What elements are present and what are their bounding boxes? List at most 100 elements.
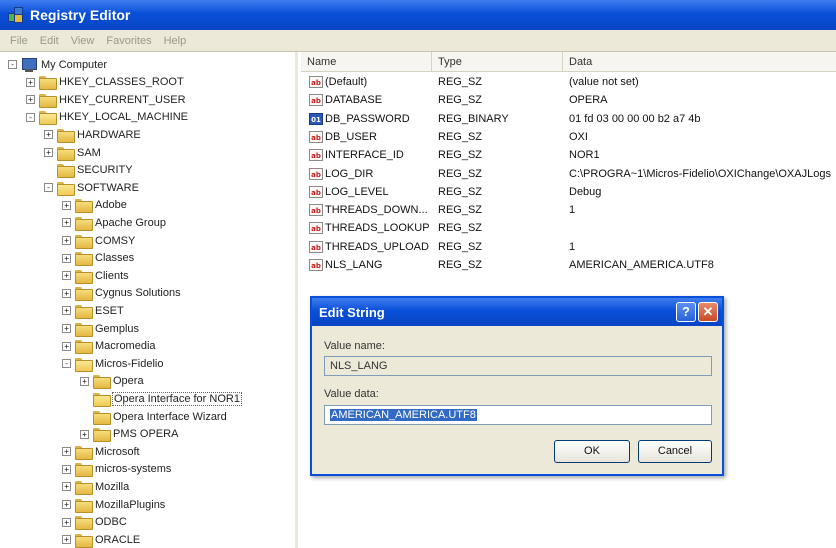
menu-file[interactable]: File [4, 35, 34, 47]
edit-string-dialog: Edit String ? ✕ Value name: NLS_LANG Val… [310, 296, 724, 476]
expand-icon[interactable]: + [62, 236, 71, 245]
expand-icon[interactable]: + [62, 447, 71, 457]
expand-icon[interactable]: + [62, 341, 71, 351]
list-row[interactable]: ab DATABASE REG_SZ OPERA [301, 91, 836, 109]
tree-node[interactable]: + ODBC [62, 514, 127, 531]
registry-tree[interactable]: - My Computer + HKEY_CLASSES_ROOT + HKEY_CURR… [0, 52, 298, 548]
expand-icon[interactable]: + [44, 130, 53, 140]
string-value-icon: ab [309, 240, 323, 253]
cancel-button[interactable]: Cancel [638, 440, 712, 463]
list-row[interactable]: ab NLS_LANG REG_SZ AMERICAN_AMERICA.UTF8 [301, 256, 836, 274]
value-data-input[interactable]: AMERICAN_AMERICA.UTF8 [324, 405, 712, 425]
help-button[interactable]: ? [676, 302, 696, 322]
cell-type: REG_SZ [438, 259, 483, 271]
tree-node-label: Opera Interface Wizard [113, 410, 227, 423]
tree-node[interactable]: + Clients [62, 267, 129, 284]
ok-button[interactable]: OK [554, 440, 630, 463]
expand-icon[interactable]: + [44, 148, 53, 157]
menu-favorites[interactable]: Favorites [100, 35, 157, 47]
expand-icon[interactable]: + [80, 429, 89, 439]
tree-node[interactable]: + HARDWARE [44, 126, 141, 143]
tree-node[interactable]: - SOFTWARE [44, 179, 139, 196]
collapse-icon[interactable]: - [8, 60, 17, 69]
expand-icon[interactable]: + [62, 500, 71, 509]
expand-icon[interactable]: + [62, 200, 71, 210]
expand-icon[interactable]: + [62, 306, 71, 316]
tree-node[interactable]: + MozillaPlugins [62, 496, 165, 513]
cell-name: ab LOG_LEVEL [301, 185, 432, 198]
list-row[interactable]: ab (Default) REG_SZ (value not set) [301, 73, 836, 91]
tree-node-label: Apache Group [95, 216, 166, 229]
expand-icon[interactable]: + [62, 517, 71, 527]
cell-name: ab INTERFACE_ID [301, 149, 432, 162]
tree-node[interactable]: + HKEY_CLASSES_ROOT [26, 74, 184, 91]
tree-node[interactable]: + SAM [44, 144, 101, 161]
value-name-text: INTERFACE_ID [325, 149, 404, 162]
folder-open-icon [57, 181, 75, 196]
expand-icon[interactable]: + [62, 482, 71, 492]
list-row[interactable]: 01 DB_PASSWORD REG_BINARY 01 fd 03 00 00 00… [301, 110, 836, 128]
tree-node[interactable]: + Opera [80, 373, 144, 390]
column-name-header[interactable]: Name [301, 52, 432, 72]
tree-node[interactable]: + ORACLE [62, 531, 140, 548]
window-title: Registry Editor [30, 7, 131, 23]
close-button[interactable]: ✕ [698, 302, 718, 322]
tree-node[interactable]: + Adobe [62, 197, 127, 214]
column-type-header[interactable]: Type [432, 52, 563, 72]
tree-node[interactable]: + micros-systems [62, 461, 171, 478]
list-row[interactable]: ab THREADS_LOOKUP REG_SZ [301, 219, 836, 237]
tree-node[interactable]: + ESET [62, 302, 124, 319]
menu-view[interactable]: View [65, 35, 101, 47]
tree-node[interactable]: + Classes [62, 250, 134, 267]
expand-icon[interactable]: + [80, 376, 89, 386]
tree-node[interactable]: + Apache Group [62, 214, 166, 231]
tree-node[interactable]: + Gemplus [62, 320, 139, 337]
expand-icon[interactable]: + [26, 77, 35, 87]
tree-node[interactable]: - HKEY_LOCAL_MACHINE [26, 109, 188, 126]
expand-icon[interactable]: + [62, 271, 71, 281]
tree-node[interactable]: SECURITY [44, 162, 133, 179]
value-data-selection: AMERICAN_AMERICA.UTF8 [330, 409, 477, 421]
list-row[interactable]: ab DB_USER REG_SZ OXI [301, 128, 836, 146]
tree-node-label: ODBC [95, 516, 127, 529]
tree-node[interactable]: Opera Interface Wizard [80, 408, 227, 425]
expand-icon[interactable]: + [62, 253, 71, 263]
tree-node[interactable]: + Macromedia [62, 338, 156, 355]
menu-help[interactable]: Help [158, 35, 193, 47]
cell-data: C:\PROGRA~1\Micros-Fidelio\OXIChange\OXA… [569, 167, 831, 180]
expand-icon[interactable]: + [62, 464, 71, 474]
window-titlebar[interactable]: Registry Editor [0, 0, 836, 30]
list-row[interactable]: ab LOG_DIR REG_SZ C:\PROGRA~1\Micros-Fideli… [301, 165, 836, 183]
menu-edit[interactable]: Edit [34, 35, 65, 47]
tree-node-label: HKEY_CURRENT_USER [59, 93, 186, 106]
registry-editor-icon [8, 7, 24, 23]
list-row[interactable]: ab THREADS_DOWN... REG_SZ 1 [301, 201, 836, 219]
collapse-icon[interactable]: - [44, 183, 53, 193]
tree-node[interactable]: + PMS OPERA [80, 426, 178, 443]
expand-icon[interactable]: + [62, 288, 71, 298]
list-row[interactable]: ab THREADS_UPLOAD REG_SZ 1 [301, 238, 836, 256]
tree-node-label: Mozilla [95, 480, 130, 493]
tree-node[interactable]: + Cygnus Solutions [62, 285, 181, 302]
dialog-titlebar[interactable]: Edit String [312, 298, 722, 326]
expand-icon[interactable]: + [62, 218, 71, 228]
cell-type: REG_SZ [438, 185, 483, 198]
tree-node[interactable]: - My Computer [8, 56, 107, 73]
collapse-icon[interactable]: - [62, 359, 71, 369]
tree-node[interactable]: + COMSY [62, 232, 135, 249]
tree-node[interactable]: Opera Interface for NOR1 [80, 390, 242, 407]
list-row[interactable]: ab INTERFACE_ID REG_SZ NOR1 [301, 146, 836, 164]
list-row[interactable]: ab LOG_LEVEL REG_SZ Debug [301, 183, 836, 201]
expand-icon[interactable]: + [62, 324, 71, 333]
expand-icon[interactable]: + [62, 535, 71, 545]
tree-node[interactable]: + HKEY_CURRENT_USER [26, 91, 186, 108]
column-data-header[interactable]: Data [563, 52, 836, 72]
tree-node[interactable]: + Microsoft [62, 443, 140, 460]
string-value-icon: ab [309, 130, 323, 143]
tree-node[interactable]: + Mozilla [62, 478, 129, 495]
collapse-icon[interactable]: - [26, 112, 35, 122]
expand-icon[interactable]: + [26, 95, 35, 105]
tree-node[interactable]: - Micros-Fidelio [62, 355, 163, 372]
